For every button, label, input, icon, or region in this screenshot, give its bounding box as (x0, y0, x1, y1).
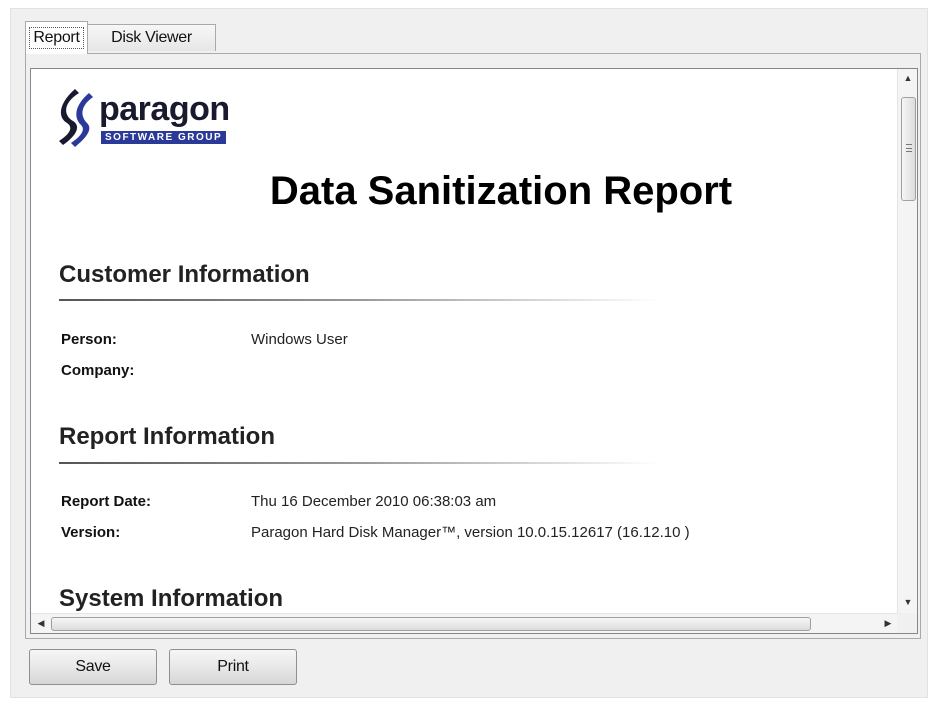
tab-disk-viewer-label: Disk Viewer (111, 29, 192, 46)
report-viewer[interactable]: paragon SOFTWARE GROUP Data Sanitization… (30, 68, 918, 634)
grip-icon (906, 144, 912, 152)
tab-report-label: Report (29, 27, 84, 49)
customer-info-heading: Customer Information (59, 261, 310, 288)
tab-disk-viewer[interactable]: Disk Viewer (88, 24, 216, 51)
scroll-right-icon[interactable]: ▶ (878, 618, 898, 629)
system-info-heading: System Information (59, 585, 284, 612)
person-label: Person: (61, 331, 117, 348)
save-button[interactable]: Save (29, 649, 157, 685)
paragon-swirl-icon (59, 89, 93, 147)
scrollbar-corner (897, 613, 917, 633)
horizontal-scroll-thumb[interactable] (51, 617, 811, 631)
version-value: Paragon Hard Disk Manager™, version 10.0… (251, 524, 690, 541)
print-button[interactable]: Print (169, 649, 297, 685)
report-date-label: Report Date: (61, 493, 152, 510)
logo-wordmark: paragon (99, 90, 230, 128)
version-label: Version: (61, 524, 121, 541)
scroll-down-icon[interactable]: ▼ (898, 597, 917, 607)
company-label: Company: (61, 362, 135, 379)
tab-report[interactable]: Report (25, 21, 88, 54)
horizontal-scrollbar[interactable]: ◀ ▶ (31, 613, 898, 633)
scroll-left-icon[interactable]: ◀ (31, 618, 51, 629)
report-title: Data Sanitization Report (269, 169, 733, 213)
paragon-logo: paragon SOFTWARE GROUP (49, 87, 261, 157)
report-document: paragon SOFTWARE GROUP Data Sanitization… (31, 69, 898, 614)
logo-tagline: SOFTWARE GROUP (101, 131, 227, 144)
report-tab-panel: paragon SOFTWARE GROUP Data Sanitization… (25, 53, 921, 639)
report-date-value: Thu 16 December 2010 06:38:03 am (251, 493, 497, 510)
report-info-heading: Report Information (59, 423, 275, 450)
vertical-scroll-thumb[interactable] (901, 97, 916, 201)
section-divider (59, 299, 659, 301)
scroll-up-icon[interactable]: ▲ (898, 73, 917, 83)
vertical-scrollbar[interactable]: ▲ ▼ (897, 69, 917, 614)
report-window: Report Disk Viewer paragon SOFTWARE GROU… (10, 8, 928, 698)
section-divider (59, 462, 659, 464)
person-value: Windows User (251, 331, 348, 348)
